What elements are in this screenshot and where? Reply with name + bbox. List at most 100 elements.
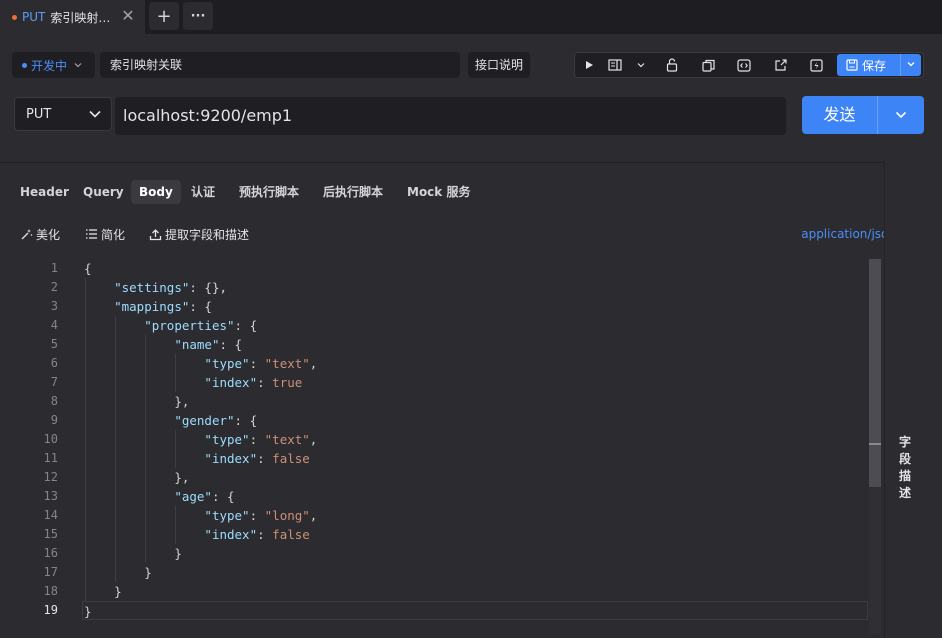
tab-mock[interactable]: Mock 服务: [399, 180, 478, 204]
tab-pre-script[interactable]: 预执行脚本: [231, 180, 307, 204]
json-punctuation: },: [174, 470, 190, 485]
json-punctuation: ,: [309, 432, 318, 447]
line-number: 1: [50, 261, 58, 275]
code-content[interactable]: { "settings": {}, "mappings": { "propert…: [82, 259, 868, 620]
json-key: "properties": [144, 318, 235, 333]
simplify-button[interactable]: 简化: [85, 225, 125, 243]
tab-header[interactable]: Header: [12, 180, 77, 204]
copy-icon[interactable]: [698, 56, 718, 74]
chevron-down-icon: [907, 61, 915, 66]
chevron-down-icon[interactable]: [631, 56, 651, 74]
line-number: 5: [50, 337, 58, 351]
tab-auth[interactable]: 认证: [183, 180, 223, 204]
line-number: 8: [50, 394, 58, 408]
method-select[interactable]: PUT: [14, 97, 112, 131]
tab-strip: PUT 索引映射… ✕ + ···: [0, 0, 942, 34]
extract-label: 提取字段和描述: [165, 227, 250, 242]
url-input[interactable]: localhost:9200/emp1: [115, 97, 786, 135]
send-dropdown-button[interactable]: [878, 108, 924, 122]
line-number: 15: [43, 527, 58, 541]
send-label: 发送: [802, 96, 878, 134]
code-line[interactable]: "type": "long",: [84, 506, 868, 525]
code-line[interactable]: }: [84, 544, 868, 563]
code-line[interactable]: "name": {: [84, 335, 868, 354]
line-number: 6: [50, 356, 58, 370]
tab-post-script[interactable]: 后执行脚本: [315, 180, 391, 204]
code-line[interactable]: "type": "text",: [84, 354, 868, 373]
method-label: PUT: [26, 106, 52, 122]
json-key: "index": [204, 375, 258, 390]
json-key: "gender": [174, 413, 235, 428]
json-punctuation: ,: [309, 508, 318, 523]
close-icon[interactable]: ✕: [121, 8, 135, 24]
request-header: 开发中 索引映射关联 接口说明 保存 PUT localhost:9200/em…: [0, 34, 942, 160]
request-body-panel: Header Query Body 认证 预执行脚本 后执行脚本 Mock 服务…: [0, 162, 942, 638]
json-value: "long": [264, 508, 310, 523]
extract-fields-button[interactable]: 提取字段和描述: [149, 225, 249, 243]
code-line[interactable]: }: [82, 601, 868, 620]
chevron-down-icon: [89, 110, 101, 118]
json-punctuation: }: [174, 546, 182, 561]
code-line[interactable]: },: [84, 468, 868, 487]
request-tab[interactable]: PUT 索引映射… ✕: [0, 0, 145, 34]
code-line[interactable]: }: [84, 563, 868, 582]
code-line[interactable]: "index": true: [84, 373, 868, 392]
code-line[interactable]: "index": false: [84, 525, 868, 544]
chevron-down-icon: [895, 111, 907, 119]
environment-select[interactable]: 开发中: [12, 52, 95, 78]
save-dropdown-button[interactable]: [901, 59, 921, 72]
editor-scrollbar[interactable]: [869, 259, 881, 635]
code-line[interactable]: "age": {: [84, 487, 868, 506]
indent-guide: [145, 335, 147, 563]
line-number: 10: [43, 432, 58, 446]
json-value: false: [272, 527, 310, 542]
tab-body[interactable]: Body: [131, 180, 181, 204]
preview-icon[interactable]: [605, 56, 625, 74]
line-number: 12: [43, 470, 58, 484]
code-line[interactable]: "mappings": {: [84, 297, 868, 316]
request-name-input[interactable]: 索引映射关联: [100, 52, 460, 78]
indent-guide: [175, 430, 177, 468]
code-line[interactable]: "type": "text",: [84, 430, 868, 449]
code-line[interactable]: {: [84, 259, 868, 278]
chevron-down-icon: [74, 63, 82, 68]
code-line[interactable]: "gender": {: [84, 411, 868, 430]
request-toolbar: 保存: [574, 52, 924, 78]
plus-icon: +: [156, 5, 172, 27]
tab-query[interactable]: Query: [75, 180, 132, 204]
json-punctuation: :: [257, 527, 273, 542]
line-number: 18: [43, 584, 58, 598]
json-punctuation: ,: [309, 356, 318, 371]
code-line[interactable]: },: [84, 392, 868, 411]
code-line[interactable]: "settings": {},: [84, 278, 868, 297]
env-label: 开发中: [31, 58, 68, 73]
api-doc-button[interactable]: 接口说明: [468, 52, 530, 78]
tab-title: 索引映射…: [50, 10, 111, 25]
send-button[interactable]: 发送: [802, 96, 924, 134]
json-punctuation: {: [84, 261, 92, 276]
code-line[interactable]: "index": false: [84, 449, 868, 468]
more-tabs-button[interactable]: ···: [183, 2, 213, 30]
save-icon: [846, 59, 858, 71]
beautify-label: 美化: [36, 227, 61, 242]
code-editor[interactable]: 1 2 3 4 5 6 7 8 9 10 11 12 13 14 15 16 17 18 19 { "setting…: [0, 259, 884, 638]
share-icon[interactable]: [770, 56, 790, 74]
run-icon[interactable]: [579, 56, 599, 74]
add-tab-button[interactable]: +: [149, 2, 179, 30]
indent-guide: [175, 506, 177, 544]
code-line[interactable]: }: [84, 582, 868, 601]
save-button[interactable]: 保存: [837, 54, 921, 76]
code-line[interactable]: "properties": {: [84, 316, 868, 335]
flash-icon[interactable]: [806, 56, 826, 74]
list-icon: [86, 229, 97, 239]
json-key: "type": [204, 432, 250, 447]
scroll-thumb[interactable]: [869, 259, 881, 487]
json-punctuation: : {},: [189, 280, 228, 295]
line-number: 14: [43, 508, 58, 522]
unlock-icon[interactable]: [662, 56, 682, 74]
beautify-button[interactable]: 美化: [20, 225, 60, 243]
line-number: 9: [50, 413, 58, 427]
field-description-panel[interactable]: 字段描述: [884, 162, 942, 638]
json-value: true: [272, 375, 303, 390]
code-icon[interactable]: [734, 56, 754, 74]
